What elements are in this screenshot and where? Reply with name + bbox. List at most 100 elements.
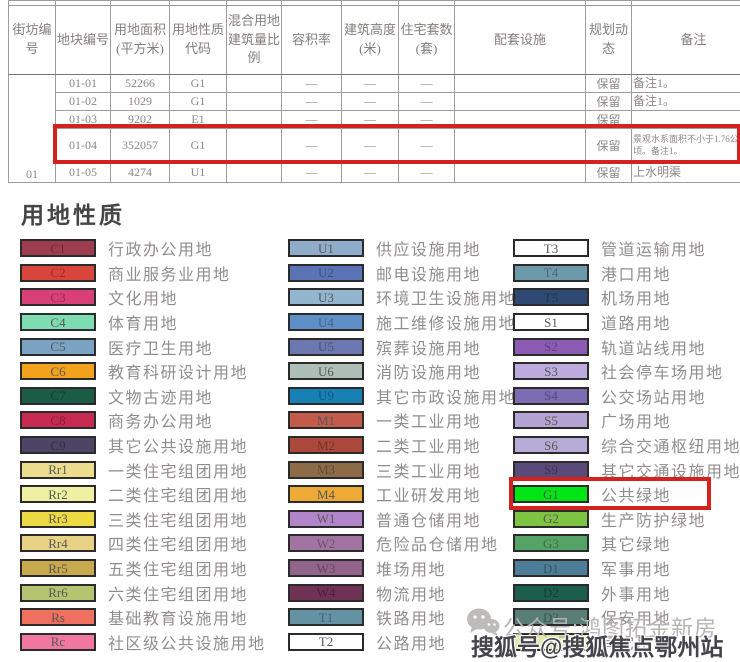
color-swatch: M3 xyxy=(288,461,364,479)
land-area-cell: 9202 xyxy=(111,111,170,129)
legend-code: S3 xyxy=(544,365,558,378)
land-use-code-cell: G1 xyxy=(170,129,227,163)
legend-label: 社会停车场用地 xyxy=(601,359,724,383)
legend-item-rc: Rc 社区级公共设施用地 xyxy=(20,630,288,655)
legend-label: 公共绿地 xyxy=(601,482,671,506)
legend-item-rr1: Rr1一类住宅组团用地 xyxy=(20,457,288,482)
legend-label: 环境卫生设施用地 xyxy=(376,285,516,309)
legend-label: 工业研发用地 xyxy=(376,482,481,506)
legend-item-c2: C2商业服务业用地 xyxy=(20,261,288,286)
color-swatch: T2 xyxy=(288,633,364,651)
housing-units-cell: — xyxy=(399,93,455,111)
legend-label: 施工维修设施用地 xyxy=(376,310,516,334)
legend-label: 广场用地 xyxy=(601,408,671,432)
color-swatch: C1 xyxy=(20,239,96,257)
legend-column-1: C1行政办公用地C2商业服务业用地C3文化用地C4体育用地C5医疗卫生用地C6教… xyxy=(20,236,288,656)
table-row: 0101-0152266G1———保留备注1。 xyxy=(9,75,740,93)
color-swatch: S5 xyxy=(513,411,589,429)
color-swatch: C7 xyxy=(20,387,96,405)
building-height-cell: — xyxy=(342,129,399,163)
color-swatch: W1 xyxy=(288,510,364,528)
color-swatch: Rr3 xyxy=(20,510,96,528)
legend-item-u5: U5殡葬设施用地 xyxy=(288,334,513,359)
legend-code: Rr3 xyxy=(48,512,68,525)
legend-label: 二类工业用地 xyxy=(376,433,481,457)
housing-units-cell: — xyxy=(399,163,455,183)
plot-number-cell: 01-02 xyxy=(56,93,111,111)
legend-code: Rc xyxy=(51,635,65,648)
legend-code: G2 xyxy=(543,512,559,525)
legend-item-w2: W2危险品仓储用地 xyxy=(288,531,513,556)
color-swatch: C6 xyxy=(20,362,96,380)
legend-label: 三类住宅组团用地 xyxy=(108,507,248,531)
mixed-use-ratio-cell xyxy=(227,129,282,163)
column-header: 规划动态 xyxy=(586,6,632,75)
color-swatch: G2 xyxy=(513,510,589,528)
legend-item-c9: C9其它公共设施用地 xyxy=(20,433,288,458)
legend-code: Rs xyxy=(51,611,65,624)
land-use-code-cell: U1 xyxy=(170,163,227,183)
color-swatch: T4 xyxy=(513,264,589,282)
legend-item-u9: U9 其它市政设施用地 xyxy=(288,384,513,409)
legend-item-s5: S5 广场用地 xyxy=(513,408,732,433)
legend-item-t3: T3管道运输用地 xyxy=(513,236,732,261)
legend-code: D2 xyxy=(543,586,559,599)
plot-number-cell: 01-05 xyxy=(56,163,111,183)
legend-item-s2: S2 轨道站线用地 xyxy=(513,334,732,359)
column-header: 容积率 xyxy=(282,6,342,75)
column-header: 备注 xyxy=(632,6,740,75)
legend-code: M1 xyxy=(317,414,335,427)
block-number-cell: 01 xyxy=(9,75,56,183)
legend-item-u6: U6消防设施用地 xyxy=(288,359,513,384)
legend-code: U6 xyxy=(318,365,334,378)
legend-label: 社区级公共设施用地 xyxy=(108,630,266,654)
legend-code: U1 xyxy=(318,242,334,255)
column-header: 配套设施 xyxy=(455,6,586,75)
table-row: 01-021029G1———保留备注1。 xyxy=(9,93,740,111)
legend-label: 生产防护绿地 xyxy=(601,507,706,531)
land-area-cell: 4274 xyxy=(111,163,170,183)
housing-units-cell: — xyxy=(399,111,455,129)
legend-code: G1 xyxy=(543,488,559,501)
legend-label: 教育科研设计用地 xyxy=(108,359,248,383)
color-swatch: U9 xyxy=(288,387,364,405)
plot-number-cell: 01-04 xyxy=(56,129,111,163)
color-swatch: S6 xyxy=(513,436,589,454)
legend-column-2: U1供应设施用地U2邮电设施用地U3环境卫生设施用地U4施工维修设施用地U5殡葬… xyxy=(288,236,513,656)
legend-label: 公路用地 xyxy=(376,630,446,654)
column-header: 用地面积 (平方米) xyxy=(111,6,170,75)
legend-label: 轨道站线用地 xyxy=(601,335,706,359)
building-height-cell: — xyxy=(342,163,399,183)
planning-status-cell: 保留 xyxy=(586,163,632,183)
legend-code: D1 xyxy=(543,562,559,575)
legend-code: C6 xyxy=(50,365,65,378)
legend-item-s9: S9其它交通设施用地 xyxy=(513,457,732,482)
legend-item-u4: U4施工维修设施用地 xyxy=(288,310,513,335)
legend-item-c5: C5医疗卫生用地 xyxy=(20,334,288,359)
planning-status-cell: 保留 xyxy=(586,111,632,129)
legend-code: U2 xyxy=(318,266,334,279)
legend-item-g1: G1 公共绿地 xyxy=(513,482,732,507)
legend-code: C8 xyxy=(50,414,65,427)
color-swatch: S1 xyxy=(513,313,589,331)
plot-number-cell: 01-01 xyxy=(56,75,111,93)
legend-label: 综合交通枢纽用地 xyxy=(601,433,740,457)
color-swatch: W3 xyxy=(288,559,364,577)
color-swatch: Rr4 xyxy=(20,534,96,552)
legend-item-c1: C1行政办公用地 xyxy=(20,236,288,261)
color-swatch: U5 xyxy=(288,338,364,356)
legend-label: 其它市政设施用地 xyxy=(376,384,516,408)
color-swatch: M2 xyxy=(288,436,364,454)
color-swatch: C2 xyxy=(20,264,96,282)
legend-label: 五类住宅组团用地 xyxy=(108,556,248,580)
remark-cell: 景观水系面积不小于1.76公顷。备注1。 xyxy=(632,129,740,163)
color-swatch: G3 xyxy=(513,534,589,552)
color-swatch: T5 xyxy=(513,288,589,306)
color-swatch: S2 xyxy=(513,338,589,356)
legend-label: 文物古迹用地 xyxy=(108,384,213,408)
column-header: 混合用地建筑量比例 xyxy=(227,6,282,75)
color-swatch: U3 xyxy=(288,288,364,306)
legend-code: W3 xyxy=(317,562,336,575)
table-row: 01-054274U1———保留上水明渠 xyxy=(9,163,740,183)
color-swatch: U1 xyxy=(288,239,364,257)
